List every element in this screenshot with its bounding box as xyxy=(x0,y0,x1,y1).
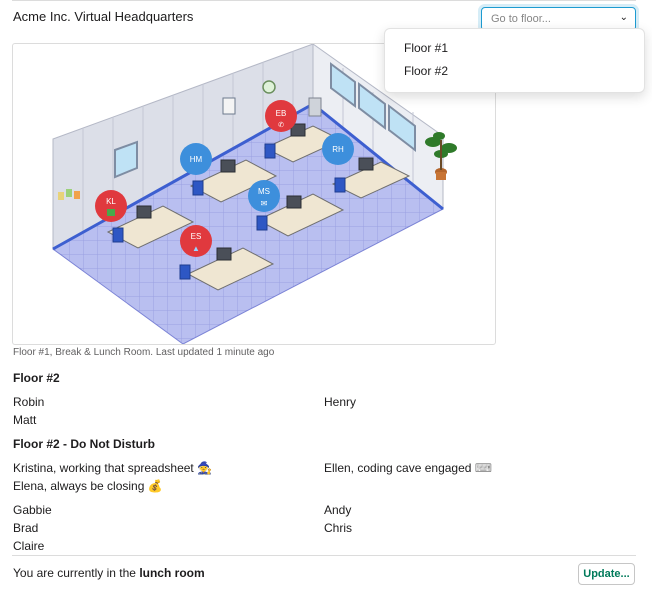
avatar-hm[interactable]: HM xyxy=(180,143,212,175)
floor-option-2[interactable]: Floor #2 xyxy=(404,64,448,78)
footer-divider xyxy=(12,555,636,556)
avatar-es[interactable]: ES ▲ xyxy=(180,225,212,257)
avatar-eb-initials: EB xyxy=(276,109,287,118)
avatar-hm-initials: HM xyxy=(190,155,203,164)
person-gabbie: Gabbie xyxy=(13,503,52,517)
person-robin: Robin xyxy=(13,395,45,409)
person-henry: Henry xyxy=(324,395,357,409)
avatar-rh[interactable]: RH xyxy=(322,133,354,165)
map-caption: Floor #1, Break & Lunch Room. Last updat… xyxy=(13,347,275,358)
phone-icon: ✆ xyxy=(278,121,284,129)
person-matt: Matt xyxy=(13,413,37,427)
person-brad: Brad xyxy=(13,521,39,535)
mail-icon: ✉ xyxy=(261,199,268,208)
page-title: Acme Inc. Virtual Headquarters xyxy=(13,9,194,24)
trash-icon xyxy=(107,209,115,216)
status-location: lunch room xyxy=(139,566,205,580)
status-prefix: You are currently in the xyxy=(13,566,140,580)
person-elena-status: Elena, always be closing xyxy=(13,479,145,493)
current-location-status: You are currently in the lunch room xyxy=(13,566,205,580)
avatar-ms[interactable]: MS ✉ xyxy=(248,180,280,212)
rocket-icon: ▲ xyxy=(192,244,200,253)
person-chris: Chris xyxy=(324,521,353,535)
person-kristina: Kristina, working that spreadsheet 🧙 xyxy=(13,461,212,475)
avatar-kl[interactable]: KL xyxy=(95,190,127,222)
section-heading-dnd: Floor #2 - Do Not Disturb xyxy=(13,437,155,451)
keyboard-icon: ⌨ xyxy=(474,461,493,475)
avatar-eb[interactable]: EB ✆ xyxy=(265,100,297,132)
avatar-kl-initials: KL xyxy=(106,197,116,206)
wizard-icon: 🧙 xyxy=(197,461,213,475)
floor-option-1[interactable]: Floor #1 xyxy=(404,41,448,55)
update-button[interactable]: Update... xyxy=(578,563,635,585)
avatar-ms-initials: MS xyxy=(258,187,270,196)
top-divider xyxy=(12,0,636,1)
money-bag-icon: 💰 xyxy=(147,479,163,493)
person-claire: Claire xyxy=(13,539,45,553)
floor-dropdown-menu: Floor #1 Floor #2 xyxy=(384,28,645,93)
person-andy: Andy xyxy=(324,503,352,517)
person-elena: Elena, always be closing 💰 xyxy=(13,479,163,493)
chevron-down-icon: ⌄ xyxy=(619,12,628,23)
section-heading: Floor #2 xyxy=(13,371,60,385)
avatar-es-initials: ES xyxy=(191,232,202,241)
person-ellen: Ellen, coding cave engaged ⌨ xyxy=(324,461,492,475)
floor-select-placeholder: Go to floor... xyxy=(491,13,551,25)
person-kristina-status: Kristina, working that spreadsheet xyxy=(13,461,194,475)
person-ellen-status: Ellen, coding cave engaged xyxy=(324,461,472,475)
avatar-rh-initials: RH xyxy=(332,145,344,154)
